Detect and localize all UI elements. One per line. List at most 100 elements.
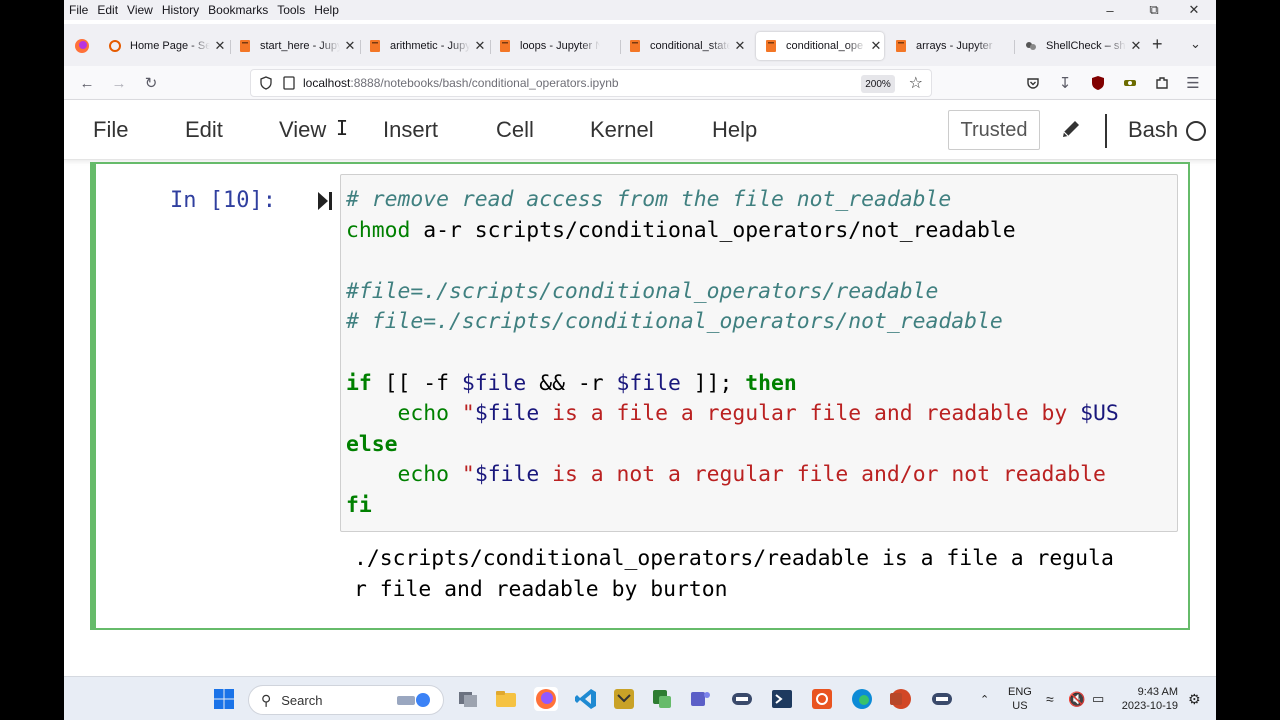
forward-icon[interactable]: →: [110, 74, 128, 92]
menu-edit[interactable]: Edit: [97, 3, 118, 17]
pocket-icon[interactable]: [1026, 76, 1040, 90]
tab-loops[interactable]: loops - Jupyter N: [498, 32, 616, 60]
jupyter-icon: [370, 40, 380, 52]
cell-output: ./scripts/conditional_operators/readable…: [354, 544, 1114, 605]
browser-menubar: File Edit View History Bookmarks Tools H…: [64, 0, 1216, 20]
menu-help[interactable]: Help: [314, 3, 339, 17]
list-tabs-icon[interactable]: ⌄: [1190, 36, 1201, 52]
reload-icon[interactable]: ↻: [142, 74, 160, 92]
jupyter-menu-view[interactable]: View: [279, 117, 326, 143]
kernel-divider: [1105, 114, 1107, 148]
notifications-icon[interactable]: ⚙: [1188, 677, 1201, 720]
jupyter-icon: [240, 40, 250, 52]
menu-bookmarks[interactable]: Bookmarks: [208, 3, 268, 17]
app-gray2-icon[interactable]: [930, 687, 954, 711]
language-indicator[interactable]: ENG US: [1008, 685, 1032, 713]
firefox-view-icon[interactable]: [74, 38, 90, 54]
jupyter-menu-edit[interactable]: Edit: [185, 117, 223, 143]
ublock-icon[interactable]: [1090, 75, 1106, 91]
back-icon[interactable]: ←: [78, 74, 96, 92]
tab-label: Home Page - Se: [130, 40, 210, 52]
kernel-status-icon: [1186, 121, 1206, 141]
close-tab-icon[interactable]: ✕: [734, 38, 746, 54]
url-bar[interactable]: localhost:8888/notebooks/bash/conditiona…: [250, 69, 932, 97]
downloads-icon[interactable]: ↧: [1056, 74, 1074, 92]
edge-icon[interactable]: [850, 687, 874, 711]
tab-label: loops - Jupyter N: [520, 40, 600, 52]
hamburger-menu-icon[interactable]: ☰: [1184, 74, 1202, 92]
jupyter-menu-insert[interactable]: Insert: [383, 117, 438, 143]
task-view-icon[interactable]: [456, 687, 480, 711]
code-cell[interactable]: In [10]: # remove read access from the f…: [90, 162, 1190, 630]
tab-home-page[interactable]: Home Page - Se ✕: [108, 32, 226, 60]
zoom-level-badge[interactable]: 200%: [861, 75, 895, 93]
trusted-button[interactable]: Trusted: [948, 110, 1040, 150]
windows-taskbar: ⚲ Search ⌃ ENG US ≈ 🔇 ▭ 9:43 AM 2023-10-…: [64, 676, 1216, 720]
jupyter-menubar: File Edit View Insert Cell Kernel Help T…: [64, 100, 1216, 160]
jupyter-icon: [630, 40, 640, 52]
output-line: r file and readable by burton: [354, 576, 728, 602]
jupyter-menu-help[interactable]: Help: [712, 117, 757, 143]
vscode-icon[interactable]: [574, 687, 598, 711]
new-tab-icon[interactable]: +: [1152, 34, 1163, 55]
page-info-icon[interactable]: [283, 76, 295, 90]
tab-conditional-operators[interactable]: conditional_ope ✕: [756, 32, 884, 60]
url-path: :8888/notebooks/bash/conditional_operato…: [350, 76, 619, 90]
battery-icon[interactable]: ▭: [1092, 677, 1104, 720]
close-tab-icon[interactable]: ✕: [344, 38, 356, 54]
teams-icon[interactable]: [688, 687, 712, 711]
tab-label: ShellCheck – she: [1046, 40, 1126, 52]
url-host: localhost: [303, 76, 351, 90]
jupyter-menu-file[interactable]: File: [93, 117, 128, 143]
extension-icon[interactable]: [1122, 75, 1138, 91]
tab-arithmetic[interactable]: arithmetic - Jupy ✕: [368, 32, 486, 60]
ubuntu-icon[interactable]: [810, 687, 834, 711]
tab-arrays[interactable]: arrays - Jupyter N: [894, 32, 1012, 60]
search-highlight-icon: [397, 693, 430, 707]
powershell-icon[interactable]: [770, 687, 794, 711]
bookmark-star-icon[interactable]: ☆: [909, 73, 923, 93]
tab-strip: Home Page - Se ✕ start_here - Jupy ✕ ari…: [64, 24, 1216, 66]
jupyter-icon: [500, 40, 510, 52]
app-gray-icon[interactable]: [730, 687, 754, 711]
windows-start-icon[interactable]: [212, 687, 236, 711]
close-tab-icon[interactable]: ✕: [474, 38, 486, 54]
kernel-name[interactable]: Bash: [1128, 117, 1178, 143]
jupyter-menu-cell[interactable]: Cell: [496, 117, 534, 143]
system-clock[interactable]: 9:43 AM 2023-10-19: [1116, 685, 1178, 713]
code-text: # remove read access from the file not_r…: [346, 187, 1119, 518]
tab-conditional-statements[interactable]: conditional_state ✕: [628, 32, 746, 60]
menu-history[interactable]: History: [162, 3, 199, 17]
shield-icon[interactable]: [259, 76, 273, 90]
taskbar-search[interactable]: ⚲ Search: [248, 685, 444, 715]
close-tab-icon[interactable]: ✕: [1130, 38, 1142, 54]
search-icon: ⚲: [261, 691, 272, 708]
edit-pencil-icon[interactable]: [1060, 118, 1082, 140]
firefox-taskbar-icon[interactable]: [534, 687, 558, 711]
file-explorer-icon[interactable]: [494, 687, 518, 711]
code-input[interactable]: # remove read access from the file not_r…: [340, 174, 1178, 532]
volume-icon[interactable]: 🔇: [1068, 677, 1085, 720]
wifi-icon[interactable]: ≈: [1046, 677, 1054, 720]
close-tab-icon[interactable]: ✕: [214, 38, 226, 54]
tab-start-here[interactable]: start_here - Jupy ✕: [238, 32, 356, 60]
tab-label: arrays - Jupyter N: [916, 40, 996, 52]
app-yellow-icon[interactable]: [612, 687, 636, 711]
close-window-icon[interactable]: ✕: [1174, 0, 1214, 20]
restore-icon[interactable]: ⧉: [1134, 0, 1174, 20]
tab-label: arithmetic - Jupy: [390, 40, 470, 52]
cell-prompt: In [10]:: [170, 188, 276, 213]
run-cell-icon[interactable]: [316, 190, 334, 212]
minimize-icon[interactable]: –: [1090, 0, 1130, 20]
menu-view[interactable]: View: [127, 3, 153, 17]
clock-date: 2023-10-19: [1121, 700, 1178, 712]
tray-overflow-icon[interactable]: ⌃: [980, 677, 989, 720]
puzzle-icon[interactable]: [1154, 75, 1170, 91]
menu-tools[interactable]: Tools: [277, 3, 305, 17]
powerpoint-icon[interactable]: [888, 687, 912, 711]
menu-file[interactable]: File: [69, 3, 88, 17]
close-tab-icon[interactable]: ✕: [870, 38, 882, 54]
app-green-icon[interactable]: [650, 687, 674, 711]
tab-shellcheck[interactable]: ShellCheck – she ✕: [1024, 32, 1142, 60]
jupyter-menu-kernel[interactable]: Kernel: [590, 117, 654, 143]
